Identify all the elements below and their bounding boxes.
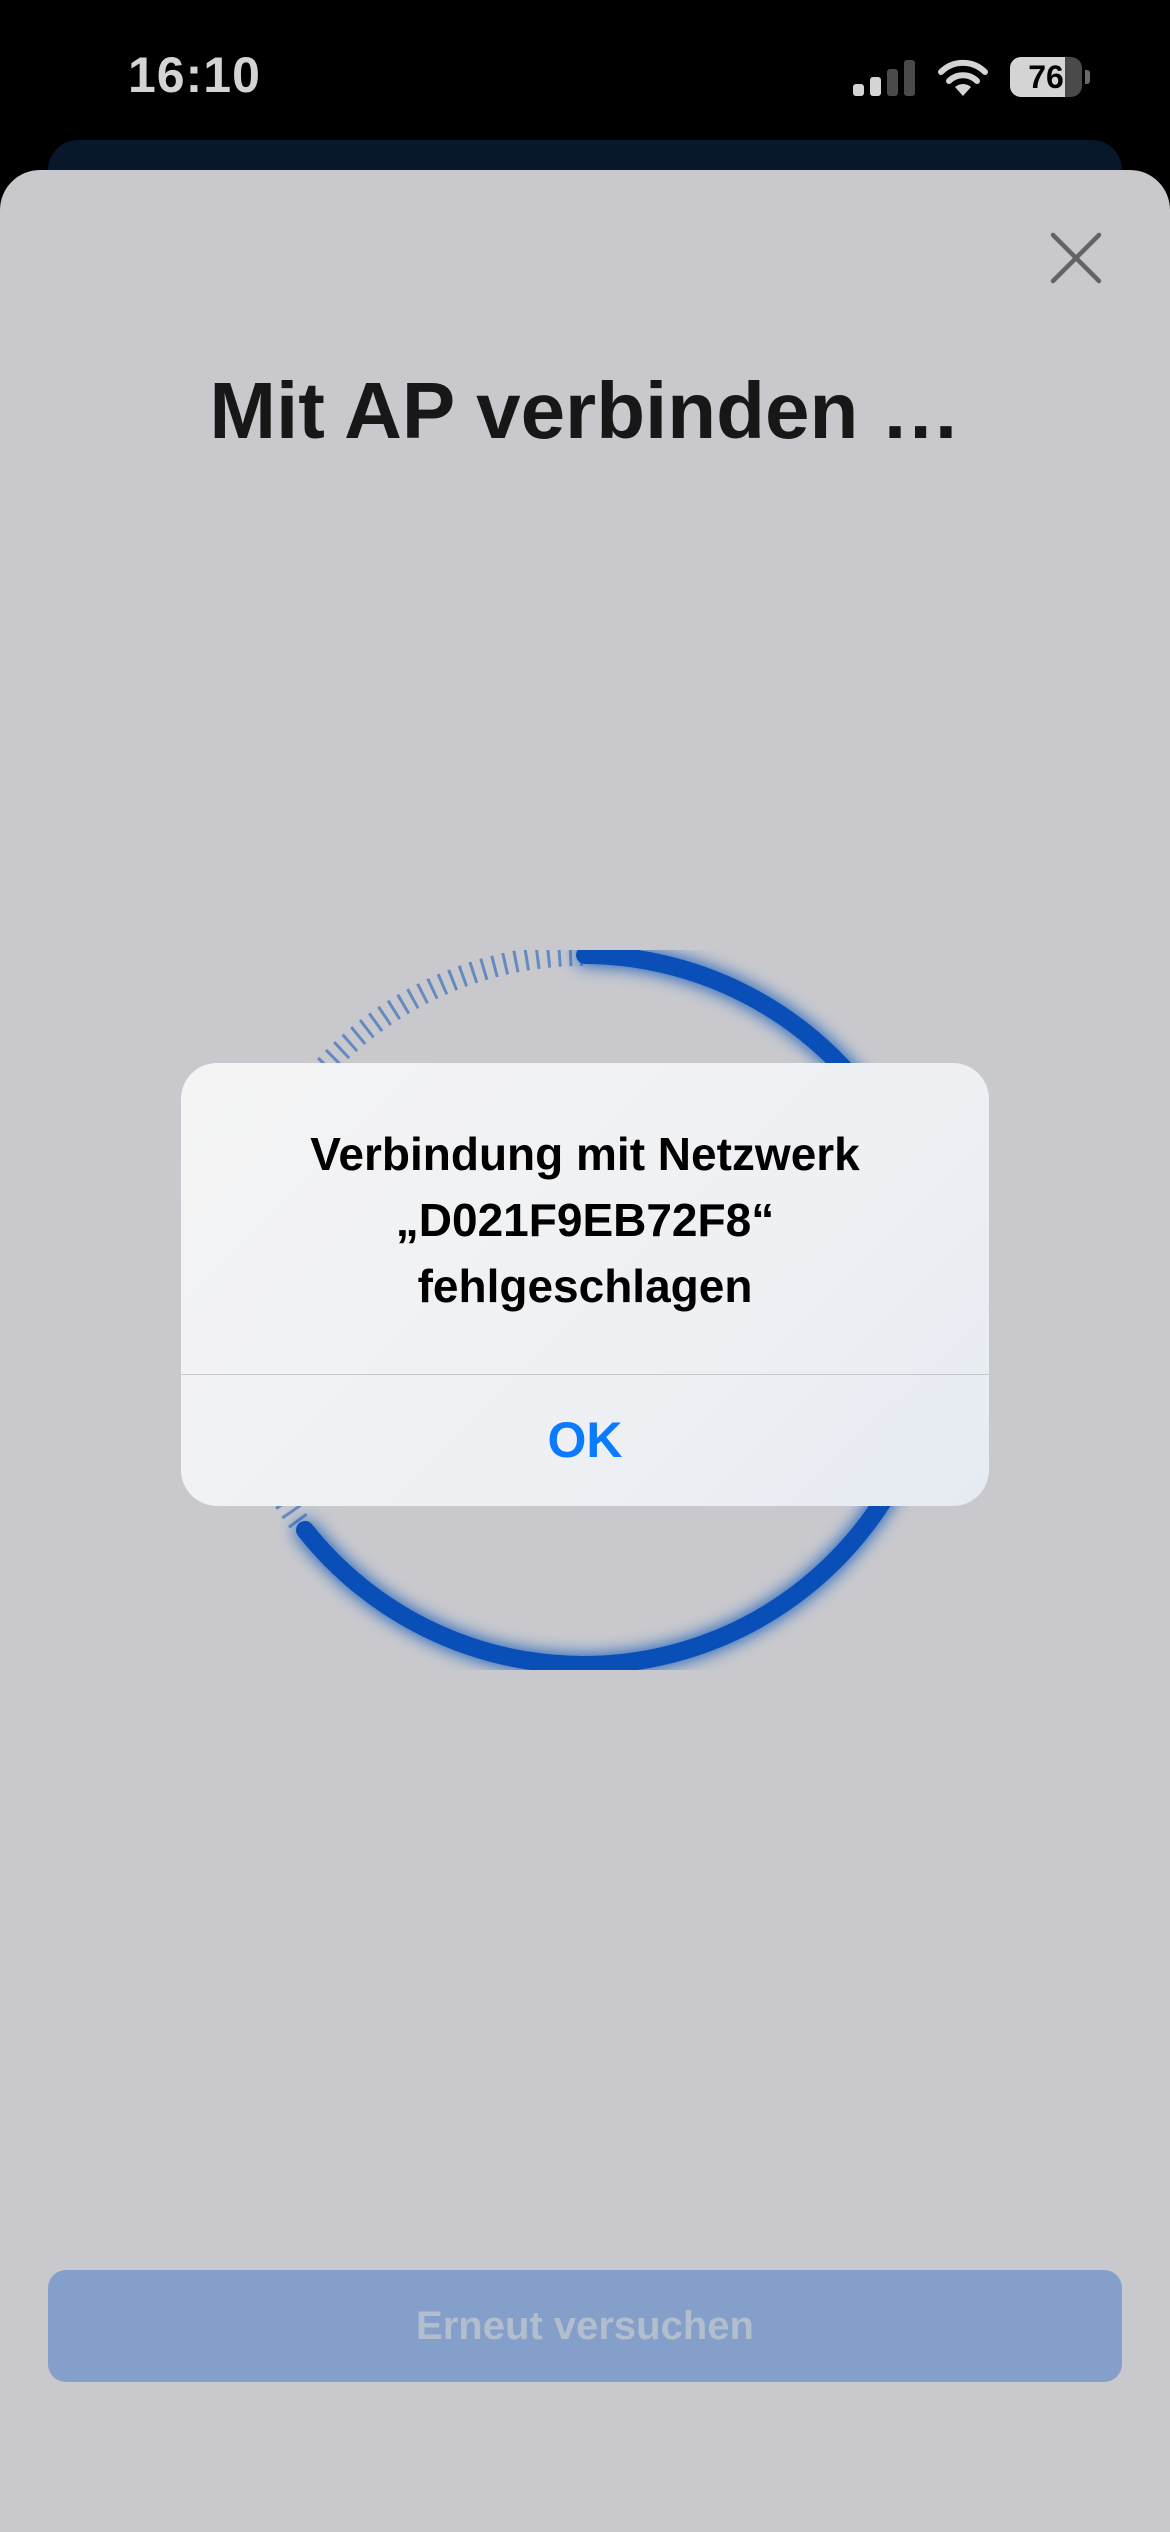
alert-dialog: Verbindung mit Netzwerk „D021F9EB72F8“ f… — [181, 1063, 989, 1506]
alert-message-line-1: Verbindung mit Netzwerk — [310, 1128, 860, 1180]
alert-message-line-3: fehlgeschlagen — [417, 1260, 753, 1312]
ok-button[interactable]: OK — [181, 1375, 989, 1506]
alert-message: Verbindung mit Netzwerk „D021F9EB72F8“ f… — [221, 1121, 949, 1319]
alert-message-line-2: „D021F9EB72F8“ — [395, 1194, 775, 1246]
